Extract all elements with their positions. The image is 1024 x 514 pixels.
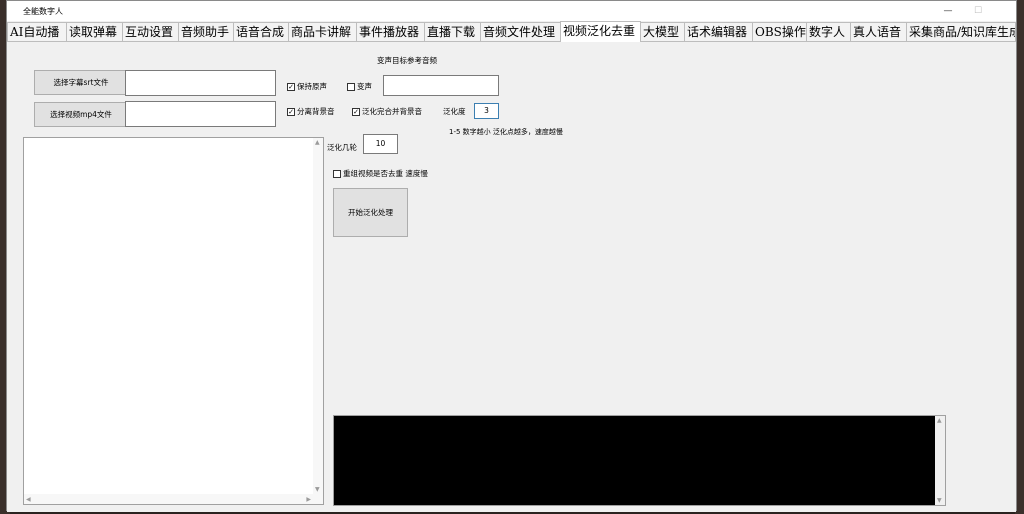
tab-collect-products[interactable]: 采集商品/知识库生成 (906, 22, 1016, 41)
degree-input[interactable]: 3 (474, 103, 499, 119)
file-list-box[interactable]: ▲ ▼ ◀ ▶ (23, 137, 324, 505)
tab-audio-file-processing[interactable]: 音频文件处理 (480, 22, 561, 41)
scroll-right-icon[interactable]: ▶ (306, 496, 311, 503)
tab-content: 变声目标参考音频 选择字幕srt文件 ✓ 保持原声 变声 选择视频mp4文件 ✓… (7, 41, 1016, 512)
list-vertical-scrollbar[interactable]: ▲ ▼ (313, 138, 323, 504)
voice-change-check-icon (347, 82, 355, 91)
tab-event-player[interactable]: 事件播放器 (356, 22, 425, 41)
tab-digital-human[interactable]: 数字人 (806, 22, 851, 41)
maximize-icon[interactable]: ☐ (965, 3, 991, 19)
separate-bgm-checkbox[interactable]: ✓ 分离背景音 (287, 106, 335, 117)
title-bar: 全能数字人 — ☐ (7, 1, 1016, 21)
list-horizontal-scrollbar[interactable]: ◀ ▶ (24, 494, 313, 504)
log-scroll-down-icon[interactable]: ▼ (937, 497, 942, 504)
tab-bar: AI自动播 读取弹幕 互动设置 音频助手 语音合成 商品卡讲解 事件播放器 直播… (7, 21, 1016, 42)
keep-original-checkbox[interactable]: ✓ 保持原声 (287, 81, 327, 92)
merge-bgm-label: 泛化完合并背景音 (362, 107, 422, 116)
tab-llm[interactable]: 大模型 (640, 22, 685, 41)
tab-product-card[interactable]: 商品卡讲解 (288, 22, 357, 41)
window-title: 全能数字人 (23, 7, 63, 16)
merge-bgm-check-icon: ✓ (352, 107, 360, 116)
minimize-icon[interactable]: — (935, 3, 961, 19)
start-generalize-button[interactable]: 开始泛化处理 (333, 188, 408, 237)
tab-real-voice[interactable]: 真人语音 (850, 22, 907, 41)
recombine-label: 重组视频是否去重 速度慢 (343, 169, 428, 178)
scroll-down-icon[interactable]: ▼ (315, 486, 320, 493)
ref-audio-path-field[interactable] (383, 75, 499, 96)
degree-label: 泛化度 (443, 107, 466, 116)
rounds-input[interactable]: 10 (363, 134, 398, 154)
tab-read-danmaku[interactable]: 读取弹幕 (66, 22, 123, 41)
tab-audio-assistant[interactable]: 音频助手 (178, 22, 234, 41)
select-mp4-button[interactable]: 选择视频mp4文件 (34, 102, 128, 127)
log-scroll-up-icon[interactable]: ▲ (937, 417, 942, 424)
tab-obs[interactable]: OBS操作 (752, 22, 807, 41)
select-srt-button[interactable]: 选择字幕srt文件 (34, 70, 128, 95)
separate-bgm-check-icon: ✓ (287, 107, 295, 116)
tab-video-dedup[interactable]: 视频泛化去重 (560, 21, 641, 42)
srt-path-field[interactable] (125, 70, 276, 96)
merge-bgm-checkbox[interactable]: ✓ 泛化完合并背景音 (352, 106, 422, 117)
tab-interaction-settings[interactable]: 互动设置 (122, 22, 179, 41)
voice-change-checkbox[interactable]: 变声 (347, 81, 372, 92)
ref-audio-title: 变声目标参考音频 (377, 56, 437, 65)
scroll-up-icon[interactable]: ▲ (315, 139, 320, 146)
recombine-dedup-checkbox[interactable]: 重组视频是否去重 速度慢 (333, 168, 428, 179)
app-window: 全能数字人 — ☐ AI自动播 读取弹幕 互动设置 音频助手 语音合成 商品卡讲… (6, 0, 1017, 512)
separate-bgm-label: 分离背景音 (297, 107, 335, 116)
rounds-label: 泛化几轮 (327, 143, 357, 152)
tab-script-editor[interactable]: 话术编辑器 (684, 22, 753, 41)
keep-original-label: 保持原声 (297, 82, 327, 91)
tab-live-download[interactable]: 直播下载 (424, 22, 481, 41)
mp4-path-field[interactable] (125, 101, 276, 127)
log-output-panel: ▲ ▼ (333, 415, 946, 506)
degree-hint: 1-5 数字越小 泛化点越多，速度越慢 (449, 128, 563, 136)
voice-change-label: 变声 (357, 82, 372, 91)
scroll-left-icon[interactable]: ◀ (26, 496, 31, 503)
keep-original-check-icon: ✓ (287, 82, 295, 91)
tab-speech-synthesis[interactable]: 语音合成 (233, 22, 289, 41)
log-vertical-scrollbar[interactable]: ▲ ▼ (935, 416, 945, 505)
recombine-check-icon (333, 169, 341, 178)
tab-ai-auto-broadcast[interactable]: AI自动播 (7, 22, 67, 41)
